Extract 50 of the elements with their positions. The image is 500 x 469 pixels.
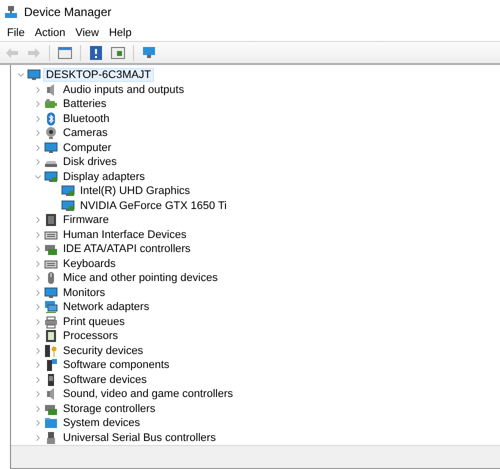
tree-item[interactable]: Display adapters — [60, 170, 148, 184]
menu-item[interactable]: Help — [104, 26, 137, 39]
tree-item[interactable]: Monitors — [60, 286, 108, 300]
tree-item[interactable]: Bluetooth — [60, 112, 112, 126]
tree-item[interactable]: Mice and other pointing devices — [60, 271, 221, 286]
computer-icon — [4, 5, 18, 20]
tree-item[interactable]: Computer — [60, 140, 114, 155]
tree-item[interactable]: DESKTOP-6C3MAJT — [43, 68, 154, 82]
menu-item[interactable]: View — [70, 26, 104, 39]
printer-icon — [44, 314, 58, 329]
chip-icon — [44, 213, 58, 228]
monitor-icon — [44, 286, 58, 300]
chip-icon — [44, 329, 58, 344]
help-icon[interactable] — [87, 44, 105, 62]
tree-item[interactable]: Security devices — [60, 344, 146, 358]
usb-icon — [44, 430, 58, 445]
network-icon — [44, 300, 58, 314]
tree-item[interactable]: Cameras — [60, 126, 111, 140]
display-adapter-icon — [61, 198, 75, 213]
tree-item[interactable]: NVIDIA GeForce GTX 1650 Ti — [77, 198, 230, 213]
bluetooth-icon — [44, 112, 58, 126]
tree-item[interactable]: Print queues — [60, 314, 128, 329]
tree-item[interactable]: Human Interface Devices — [60, 228, 190, 242]
tree-item[interactable]: Processors — [60, 329, 122, 344]
tree-item[interactable]: Software devices — [60, 372, 150, 387]
tree-item[interactable]: Keyboards — [60, 256, 119, 271]
tree-item[interactable]: Software components — [60, 358, 172, 372]
tree-item[interactable]: Audio inputs and outputs — [60, 82, 188, 97]
display-adapter-icon — [61, 184, 75, 198]
monitor-icon — [44, 140, 58, 155]
tree-item[interactable]: Network adapters — [60, 300, 152, 314]
tree-item[interactable]: Storage controllers — [60, 402, 158, 416]
tree-item[interactable]: Sound, video and game controllers — [60, 387, 236, 402]
tree-item[interactable]: Disk drives — [60, 155, 120, 170]
tree-item[interactable]: Intel(R) UHD Graphics — [77, 184, 194, 198]
webcam-icon — [44, 126, 58, 140]
folder-icon — [44, 416, 58, 430]
monitor-icon — [27, 68, 41, 82]
tree-item[interactable]: Universal Serial Bus controllers — [60, 430, 219, 445]
tree-item[interactable]: IDE ATA/ATAPI controllers — [60, 242, 194, 256]
menu-item[interactable]: File — [2, 26, 30, 39]
window-title: Device Manager — [24, 5, 112, 20]
tree-item[interactable]: Batteries — [60, 97, 110, 112]
display-adapter-icon — [44, 170, 58, 184]
controller-icon — [44, 242, 58, 256]
tree-item[interactable]: System devices — [60, 416, 144, 430]
menu-item[interactable]: Action — [30, 26, 70, 39]
key-icon — [44, 344, 58, 358]
software-icon — [44, 358, 58, 372]
tree-item[interactable]: Firmware — [60, 213, 112, 228]
